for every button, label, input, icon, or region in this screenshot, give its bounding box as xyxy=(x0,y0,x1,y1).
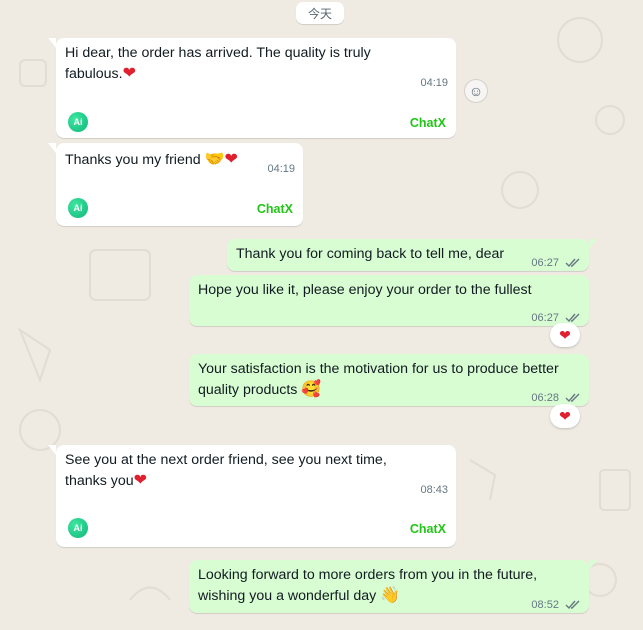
double-check-icon xyxy=(565,313,580,323)
heart-reaction[interactable]: ❤ xyxy=(550,323,580,347)
outgoing-message[interactable]: Hope you like it, please enjoy your orde… xyxy=(189,275,589,326)
message-body: Thanks you my friend xyxy=(65,152,205,168)
chatx-button[interactable]: ChatX xyxy=(257,200,293,219)
heart-reaction[interactable]: ❤ xyxy=(550,404,580,428)
smiling-hearts-emoji: 🥰 xyxy=(301,379,322,398)
message-time-label: 06:27 xyxy=(531,312,559,324)
message-body: Your satisfaction is the motivation for … xyxy=(198,361,559,398)
heart-emoji: ❤ xyxy=(122,63,136,82)
message-time: 04:19 xyxy=(267,163,295,175)
message-text: See you at the next order friend, see yo… xyxy=(65,451,430,491)
message-body: Thank you for coming back to tell me, de… xyxy=(236,246,505,262)
message-time: 08:52 xyxy=(531,596,581,615)
heart-emoji: ❤ xyxy=(133,470,148,489)
outgoing-message[interactable]: Looking forward to more orders from you … xyxy=(189,560,597,615)
message-text: Hi dear, the order has arrived. The qual… xyxy=(65,44,430,84)
date-separator: 今天 xyxy=(296,2,344,24)
message-time: 06:27 xyxy=(531,254,581,273)
incoming-message[interactable]: Hi dear, the order has arrived. The qual… xyxy=(48,38,456,138)
ai-icon[interactable]: Ai xyxy=(68,198,88,218)
message-body: See you at the next order friend, see yo… xyxy=(65,452,387,489)
double-check-icon xyxy=(565,258,580,268)
message-text: Your satisfaction is the motivation for … xyxy=(198,360,577,400)
message-text: Looking forward to more orders from you … xyxy=(198,566,577,606)
message-body: Hi dear, the order has arrived. The qual… xyxy=(65,45,371,82)
message-time: 08:43 xyxy=(420,484,448,496)
message-time-label: 08:52 xyxy=(531,599,559,611)
incoming-message[interactable]: Thanks you my friend 🤝❤ 04:19 Ai ChatX xyxy=(48,143,303,226)
message-time-label: 06:28 xyxy=(531,392,559,404)
outgoing-message[interactable]: Thank you for coming back to tell me, de… xyxy=(227,239,597,273)
handshake-heart-emoji: 🤝❤ xyxy=(204,149,238,168)
message-text: Thank you for coming back to tell me, de… xyxy=(236,245,580,264)
incoming-message[interactable]: See you at the next order friend, see yo… xyxy=(48,445,456,547)
message-text: Hope you like it, please enjoy your orde… xyxy=(198,281,580,300)
waving-hand-emoji: 👋 xyxy=(380,585,401,604)
message-time: 04:19 xyxy=(420,77,448,89)
message-time-label: 06:27 xyxy=(531,257,559,269)
date-separator-label: 今天 xyxy=(307,6,332,21)
chatx-button[interactable]: ChatX xyxy=(410,520,446,539)
ai-icon[interactable]: Ai xyxy=(68,112,88,132)
double-check-icon xyxy=(565,600,580,610)
outgoing-message[interactable]: Your satisfaction is the motivation for … xyxy=(189,354,589,406)
message-body: Hope you like it, please enjoy your orde… xyxy=(198,282,532,298)
message-body: Looking forward to more orders from you … xyxy=(198,567,538,604)
ai-icon[interactable]: Ai xyxy=(68,518,88,538)
chatx-button[interactable]: ChatX xyxy=(410,114,446,133)
message-text: Thanks you my friend 🤝❤ xyxy=(65,149,294,170)
smiley-icon[interactable]: ☺ xyxy=(464,79,488,103)
double-check-icon xyxy=(565,393,580,403)
